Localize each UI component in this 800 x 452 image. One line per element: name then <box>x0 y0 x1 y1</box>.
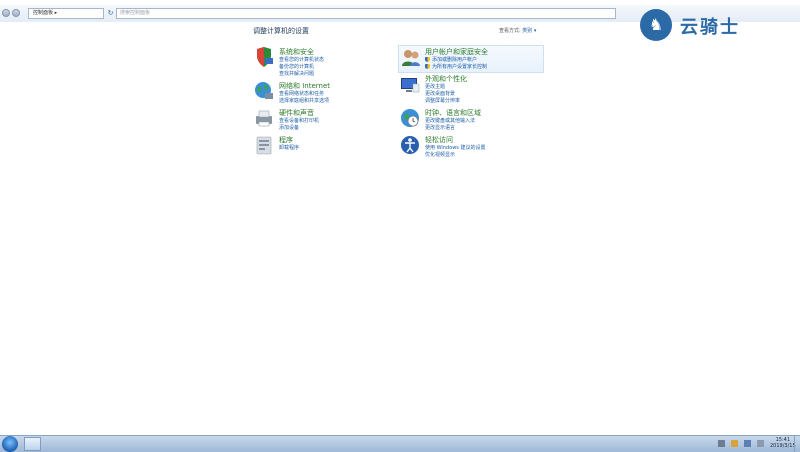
watermark-logo: ♞ 云骑士 <box>640 3 780 47</box>
view-by-dropdown[interactable]: 类别 ▾ <box>522 28 536 34</box>
accessibility-icon <box>401 136 419 154</box>
knight-icon: ♞ <box>640 9 672 41</box>
link-troubleshoot[interactable]: 查找并解决问题 <box>279 70 314 77</box>
network-icon[interactable] <box>743 440 751 447</box>
taskbar: 15:41 2019/3/15 <box>0 435 800 452</box>
view-by-label: 查看方式: <box>499 28 521 34</box>
category-appearance[interactable]: 外观和个性化 更改主题 更改桌面背景 调整屏幕分辨率 <box>400 74 540 104</box>
link-backup[interactable]: 备份您的计算机 <box>279 63 314 70</box>
tray-arrow-icon[interactable] <box>718 440 725 447</box>
category-programs[interactable]: 程序 卸载程序 <box>254 135 394 165</box>
programs-icon <box>256 136 272 155</box>
uac-shield-icon <box>425 57 430 62</box>
category-clock-language[interactable]: 时钟、语言和区域 更改键盘或其他输入法 更改显示语言 <box>400 108 540 138</box>
page-title: 调整计算机的设置 <box>253 27 309 35</box>
link-change-theme[interactable]: 更改主题 <box>425 83 445 90</box>
system-tray <box>718 440 768 448</box>
category-ease-of-access[interactable]: 轻松访问 使用 Windows 建议的设置 优化视频显示 <box>400 135 540 165</box>
chevron-right-icon[interactable]: ▸ <box>55 10 58 16</box>
category-user-accounts[interactable]: 用户帐户和家庭安全 添加或删除用户帐户 为所有用户设置家长控制 <box>398 45 544 73</box>
volume-icon[interactable] <box>756 440 764 447</box>
printer-icon <box>256 110 272 127</box>
shield-check-icon <box>257 47 273 67</box>
link-network-status[interactable]: 查看网络状态和任务 <box>279 90 324 97</box>
action-center-flag-icon[interactable] <box>730 440 738 447</box>
start-button[interactable] <box>2 436 18 452</box>
category-hardware-sound[interactable]: 硬件和声音 查看设备和打印机 添加设备 <box>254 108 394 138</box>
network-globe-icon <box>255 82 273 99</box>
search-input[interactable]: 搜索控制面板 <box>116 8 616 19</box>
link-screen-resolution[interactable]: 调整屏幕分辨率 <box>425 97 460 104</box>
display-personalize-icon <box>401 78 420 93</box>
link-parental-controls[interactable]: 为所有用户设置家长控制 <box>425 63 487 70</box>
refresh-icon[interactable]: ↻ <box>106 8 115 19</box>
link-homegroup[interactable]: 选择家庭组和共享选项 <box>279 97 329 104</box>
clock[interactable]: 15:41 2019/3/15 <box>770 437 796 449</box>
link-add-device[interactable]: 添加设备 <box>279 124 299 131</box>
link-uninstall[interactable]: 卸载程序 <box>279 144 299 151</box>
link-view-status[interactable]: 查看您的计算机状态 <box>279 56 324 63</box>
category-network-internet[interactable]: 网络和 Internet 查看网络状态和任务 选择家庭组和共享选项 <box>254 81 394 111</box>
watermark-text: 云骑士 <box>680 17 740 38</box>
clock-globe-icon <box>401 109 419 127</box>
forward-button[interactable] <box>12 9 20 17</box>
link-desktop-background[interactable]: 更改桌面背景 <box>425 90 455 97</box>
users-icon <box>402 50 420 66</box>
link-keyboard-input[interactable]: 更改键盘或其他输入法 <box>425 117 475 124</box>
show-desktop-button[interactable] <box>794 436 800 452</box>
back-button[interactable] <box>2 9 10 17</box>
link-add-remove-accounts[interactable]: 添加或删除用户帐户 <box>425 56 477 63</box>
link-windows-suggest[interactable]: 使用 Windows 建议的设置 <box>425 144 486 151</box>
category-system-security[interactable]: 系统和安全 查看您的计算机状态 备份您的计算机 查找并解决问题 <box>254 47 394 77</box>
breadcrumb-control-panel[interactable]: 控制面板 <box>33 10 53 16</box>
link-display-language[interactable]: 更改显示语言 <box>425 124 455 131</box>
link-optimize-display[interactable]: 优化视频显示 <box>425 151 455 158</box>
uac-shield-icon <box>425 64 430 69</box>
breadcrumb[interactable]: 控制面板 ▸ <box>28 8 104 19</box>
search-placeholder: 搜索控制面板 <box>120 10 151 16</box>
link-devices-printers[interactable]: 查看设备和打印机 <box>279 117 319 124</box>
taskbar-control-panel-button[interactable] <box>24 437 41 451</box>
view-by: 查看方式: 类别 ▾ <box>499 27 536 34</box>
clock-date: 2019/3/15 <box>770 443 796 449</box>
